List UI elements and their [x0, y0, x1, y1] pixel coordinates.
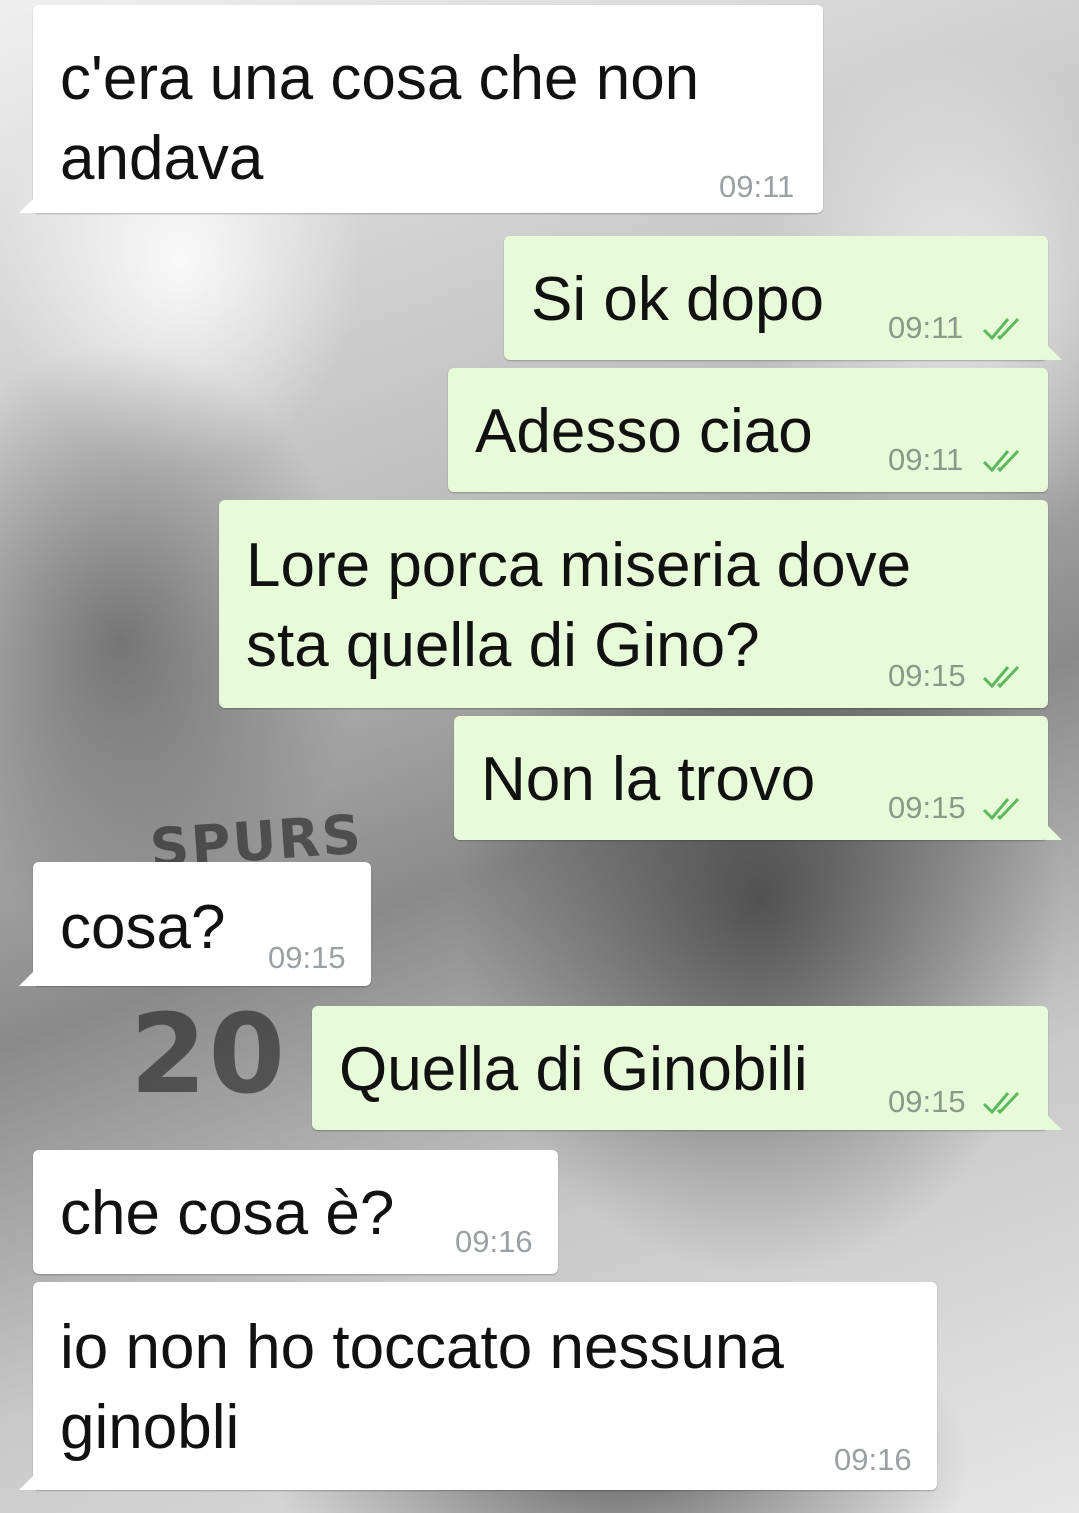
bubble-tail [1044, 822, 1062, 840]
message-timestamp: 09:11 [888, 442, 964, 477]
message-line: Lore porca miseria dove [246, 531, 912, 600]
message-bubble-outgoing[interactable]: Si ok dopo 09:11 [504, 236, 1062, 360]
message-line: andava [60, 124, 264, 193]
bubble-tail [19, 1472, 37, 1490]
bubble-tail [1044, 342, 1062, 360]
message-line: Quella di Ginobili [339, 1035, 808, 1104]
message-timestamp: 09:11 [888, 310, 964, 345]
message-bubble-outgoing[interactable]: Lore porca miseria dove sta quella di Gi… [219, 500, 1048, 708]
message-line: io non ho toccato nessuna [60, 1313, 784, 1382]
message-text: Lore porca miseria dove sta quella di Gi… [246, 526, 911, 686]
message-bubble-outgoing[interactable]: Adesso ciao 09:11 [448, 368, 1048, 492]
message-line: Non la trovo [481, 745, 816, 814]
double-check-icon [982, 317, 1020, 341]
wallpaper-jersey-number: 20 [130, 990, 288, 1118]
message-line: che cosa è? [60, 1179, 395, 1248]
message-line: ginobli [60, 1393, 240, 1462]
message-timestamp: 09:11 [719, 169, 795, 204]
bubble-tail [19, 968, 37, 986]
double-check-icon [982, 449, 1020, 473]
message-timestamp: 09:16 [455, 1224, 533, 1259]
message-bubble-outgoing[interactable]: Non la trovo 09:15 [454, 716, 1062, 840]
message-line: Adesso ciao [475, 397, 813, 466]
double-check-icon [982, 1091, 1020, 1115]
message-timestamp: 09:15 [888, 658, 966, 693]
bubble-tail [19, 195, 37, 213]
message-bubble-outgoing[interactable]: Quella di Ginobili 09:15 [312, 1006, 1062, 1130]
message-timestamp: 09:15 [888, 790, 966, 825]
double-check-icon [982, 797, 1020, 821]
bubble-tail [1044, 1112, 1062, 1130]
message-line: c'era una cosa che non [60, 44, 700, 113]
message-line: sta quella di Gino? [246, 611, 760, 680]
message-timestamp: 09:15 [888, 1084, 966, 1119]
message-bubble-incoming[interactable]: c'era una cosa che non andava 09:11 [19, 5, 823, 213]
message-bubble-incoming[interactable]: cosa? 09:15 [19, 862, 371, 986]
message-timestamp: 09:15 [268, 940, 346, 975]
message-line: cosa? [60, 893, 226, 962]
message-line: Si ok dopo [531, 265, 824, 334]
message-text: c'era una cosa che non andava [60, 39, 699, 199]
message-bubble-incoming[interactable]: io non ho toccato nessuna ginobli 09:16 [19, 1282, 937, 1490]
message-timestamp: 09:16 [834, 1442, 912, 1477]
message-bubble-incoming[interactable]: che cosa è? 09:16 [33, 1150, 558, 1274]
message-text: io non ho toccato nessuna ginobli [60, 1308, 784, 1468]
double-check-icon [982, 665, 1020, 689]
